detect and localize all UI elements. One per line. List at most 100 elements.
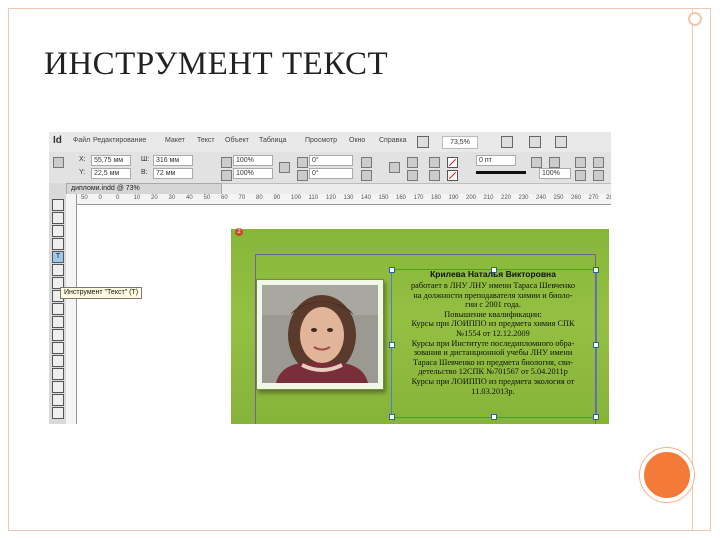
opacity-field[interactable]: 100% [539,168,571,179]
bio-line: Курсы при ЛОИППО из предмета экология от [411,376,575,386]
select-container-icon[interactable] [407,157,418,168]
gap-tool-icon[interactable] [52,238,64,250]
ruler-tick-label: 220 [501,195,512,201]
ruler-tick-label: 190 [448,195,459,201]
page-marker: 2 [235,228,243,236]
eyedropper-tool-icon[interactable] [52,381,64,393]
bio-line: зования и дистанционной учебы ЛНУ имени [413,348,573,358]
note-tool-icon[interactable] [52,368,64,380]
menu-table[interactable]: Таблица [259,137,286,144]
rectangle-frame-tool-icon[interactable] [52,303,64,315]
rotate-icon [297,157,308,168]
control-panel: X: 55,75 мм Y: 22,5 мм Ш: 316 мм В: 72 м… [49,152,611,184]
ruler-tick-label: 210 [483,195,494,201]
type-tool-icon[interactable]: T [52,251,64,263]
ruler-tick-label: 130 [343,195,354,201]
select-previous-icon[interactable] [429,157,440,168]
shadow-icon[interactable] [575,157,586,168]
ruler-tick-label: 260 [571,195,582,201]
zoom-level[interactable]: 73,5% [442,136,478,149]
line-tool-icon[interactable] [52,264,64,276]
frame-handle-br[interactable] [593,414,599,420]
menu-layout[interactable]: Макет [165,137,185,144]
paragraph-icon[interactable] [389,162,400,173]
effects-icon[interactable] [549,157,560,168]
ruler-tick-label: 30 [168,195,176,201]
fill-swatch-icon[interactable] [447,157,458,168]
select-next-icon[interactable] [429,170,440,181]
reference-point-icon[interactable] [53,157,64,168]
zoom-tool-icon[interactable] [52,407,64,419]
ruler-tick-label: 90 [273,195,281,201]
teacher-name[interactable]: Крилева Наталья Викторовна [391,269,595,279]
select-content-icon[interactable] [407,170,418,181]
ruler-tick-label: 280 [606,195,611,201]
y-label: Y: [79,169,86,176]
menu-help[interactable]: Справка [379,137,406,144]
frame-handle-bl[interactable] [389,414,395,420]
vertical-ruler[interactable] [66,194,77,424]
stroke-swatch-icon[interactable] [447,170,458,181]
scale-x-icon [221,157,232,168]
stroke-type-preview[interactable] [476,171,526,174]
menu-type[interactable]: Текст [197,137,215,144]
scale-x-field[interactable]: 100% [233,155,273,166]
ruler-tick-label: 0 [116,195,120,201]
ruler-tick-label: 50 [81,195,88,201]
ruler-tick-label: 180 [431,195,442,201]
rotate-field[interactable]: 0° [309,155,353,166]
gradient-tool-icon[interactable] [52,355,64,367]
ruler-tick-label: 250 [553,195,564,201]
stroke-weight-field[interactable]: 0 пт [476,155,516,166]
menu-view[interactable]: Просмотр [305,137,337,144]
text-wrap-icon[interactable] [531,157,542,168]
fx-icon[interactable] [575,170,586,181]
ruler-tick-label: 100 [291,195,302,201]
arrange-documents-icon[interactable] [555,136,567,148]
y-field[interactable]: 22,5 мм [91,168,131,179]
portrait-photo [262,285,378,383]
ruler-tick-label: 60 [221,195,228,201]
ruler-tick-label: 70 [238,195,246,201]
flip-icon[interactable] [361,170,372,181]
w-label: Ш: [141,156,150,163]
hand-tool-icon[interactable] [52,394,64,406]
type-tool-tooltip: Инструмент "Текст" (T) [60,287,143,299]
menu-object[interactable]: Объект [225,137,249,144]
biography-text[interactable]: работает в ЛНУ ЛНУ имени Тараса Шевченко… [391,281,595,396]
ruler-tick-label: 50 [203,195,211,201]
scale-y-field[interactable]: 100% [233,168,273,179]
selection-tool-icon[interactable] [52,199,64,211]
page-tool-icon[interactable] [52,225,64,237]
direct-selection-tool-icon[interactable] [52,212,64,224]
free-transform-tool-icon[interactable] [52,342,64,354]
menu-window[interactable]: Окно [349,137,365,144]
panel-menu-icon[interactable] [593,170,604,181]
scissors-tool-icon[interactable] [52,329,64,341]
constrain-proportions-icon[interactable] [279,162,290,173]
h-field[interactable]: 72 мм [153,168,193,179]
decor-circle-orange [640,448,694,502]
menu-file[interactable]: Файл [73,137,90,144]
bio-line: детельство 12СПК №701567 от 5.04.2011р [418,367,568,377]
frame-handle-bc[interactable] [491,414,497,420]
ruler-tick-label: 270 [588,195,599,201]
w-field[interactable]: 316 мм [153,155,193,166]
horizontal-ruler[interactable]: 50 0 0 10 20 30 40 50 60 70 80 90 100 110 120 130 140 150… [77,194,611,205]
photo-frame[interactable] [256,279,384,390]
rectangle-tool-icon[interactable] [52,316,64,328]
align-icon[interactable] [593,157,604,168]
ruler-tick-label: 110 [308,195,319,201]
view-options-icon[interactable] [501,136,513,148]
bio-line: №1554 от 12.12.2009 [456,328,530,338]
menu-edit[interactable]: Редактирование [93,137,146,144]
shear-field[interactable]: 0° [309,168,353,179]
x-field[interactable]: 55,75 мм [91,155,131,166]
ruler-tick-label: 40 [186,195,193,201]
rotate-cw-icon[interactable] [361,157,372,168]
slide-title: ИНСТРУМЕНТ ТЕКСТ [44,46,389,82]
menu-bar: Id Файл Редактирование Макет Текст Объек… [49,132,611,153]
screen-mode-icon[interactable] [529,136,541,148]
bridge-icon[interactable] [417,136,429,148]
ruler-tick-label: 170 [413,195,424,201]
